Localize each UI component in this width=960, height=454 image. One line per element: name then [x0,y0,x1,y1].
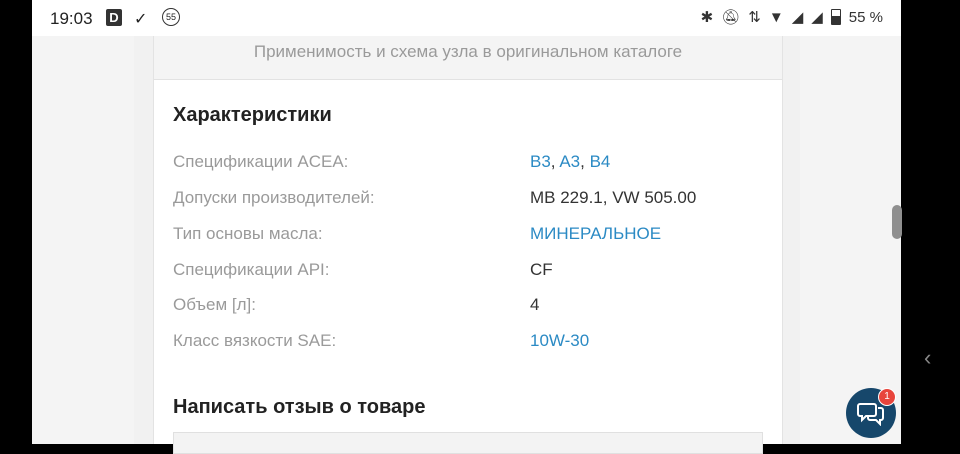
spec-row-sae: Класс вязкости SAE: 10W-30 [173,331,763,355]
base-oil-link[interactable]: МИНЕРАЛЬНОЕ [530,224,661,243]
wifi-icon: ▼ [768,8,784,26]
signal-icon: ◢ [791,9,804,26]
signal-2-icon: ◢ [811,9,823,26]
spec-value: CF [530,260,553,279]
spec-row-approvals: Допуски производителей: MB 229.1, VW 505… [173,188,763,212]
spec-row-api: Спецификации API: CF [173,260,763,284]
spec-label: Объем [л]: [173,295,256,314]
battery-icon [830,9,841,25]
characteristics-title: Характеристики [173,104,332,126]
acea-b3-link[interactable]: B3 [530,152,551,171]
right-margin [800,36,901,444]
review-input[interactable] [173,432,763,454]
acea-a3-link[interactable]: A3 [559,152,580,171]
battery-percent: 55 % [848,8,883,26]
review-title: Написать отзыв о товаре [173,396,426,418]
spec-label: Спецификации API: [173,260,330,279]
spec-label: Тип основы масла: [173,224,323,243]
status-right-icons: ✱ 🔕︎ ⇅ ▼ ◢ ◢ 55 % [700,8,883,27]
badge-55-icon: 55 [162,8,180,26]
status-time: 19:03 [50,9,93,28]
d-app-icon: D [106,9,122,26]
spec-row-base-oil: Тип основы масла: МИНЕРАЛЬНОЕ [173,224,763,248]
page: Применимость и схема узла в оригинальном… [32,36,901,454]
spec-value: 10W-30 [530,331,589,351]
spec-row-acea: Спецификации ACEA: B3, A3, B4 [173,152,763,176]
spec-value: 4 [530,295,540,314]
spec-label: Класс вязкости SAE: [173,331,337,350]
product-card: Применимость и схема узла в оригинальном… [153,36,783,454]
bluetooth-icon: ✱ [700,9,714,26]
chevron-left-icon[interactable]: ‹ [924,345,931,371]
scrollbar-thumb[interactable] [892,205,902,239]
acea-b4-link[interactable]: B4 [590,152,611,171]
data-arrows-icon: ⇅ [748,9,761,26]
status-bar: 19:03 D ✓ 55 ✱ 🔕︎ ⇅ ▼ ◢ ◢ 55 % [32,0,901,36]
spec-value: МИНЕРАЛЬНОЕ [530,224,661,244]
catalog-link[interactable]: Применимость и схема узла в оригинальном… [154,36,782,80]
spec-label: Спецификации ACEA: [173,152,349,171]
spec-value: MB 229.1, VW 505.00 [530,188,697,207]
spec-label: Допуски производителей: [173,188,375,207]
download-check-icon: ✓ [134,11,148,28]
spec-row-volume: Объем [л]: 4 [173,295,763,319]
left-margin [32,36,134,444]
spec-value: B3, A3, B4 [530,152,611,171]
bell-off-icon: 🔕︎ [721,9,741,26]
sae-link[interactable]: 10W-30 [530,331,589,350]
chat-badge: 1 [878,388,896,406]
